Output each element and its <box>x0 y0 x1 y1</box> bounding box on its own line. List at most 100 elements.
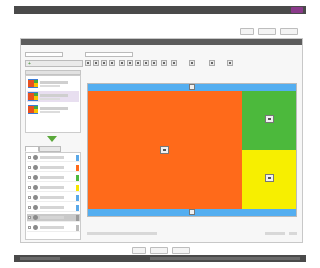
app-window: + <box>0 0 319 268</box>
layout-canvas[interactable] <box>87 83 297 217</box>
layout-select[interactable] <box>25 52 63 57</box>
layout-list <box>25 75 81 133</box>
header-save-button[interactable] <box>240 28 254 35</box>
snap-icon[interactable] <box>161 60 167 66</box>
add-layout-button[interactable]: + <box>25 60 83 67</box>
pos-y-field[interactable] <box>189 60 195 66</box>
user-info <box>198 8 288 12</box>
add-to-layout-arrow-icon[interactable] <box>47 136 57 142</box>
zoom-in-icon[interactable] <box>85 60 91 66</box>
layout-item[interactable] <box>27 78 79 89</box>
zoom-fit-icon[interactable] <box>101 60 107 66</box>
zone-checkbox[interactable] <box>28 226 31 229</box>
zone-list <box>25 152 81 240</box>
height-field[interactable] <box>227 60 233 66</box>
resize-handle-top-icon[interactable] <box>189 84 195 90</box>
zone-color-swatch <box>76 165 79 171</box>
zone-type-icon <box>33 165 38 170</box>
zone-list-item[interactable] <box>27 214 80 222</box>
panel-title-bar <box>21 39 302 45</box>
pos-x-field[interactable] <box>171 60 177 66</box>
zone-name <box>40 216 64 219</box>
zone-list-item[interactable] <box>27 184 80 192</box>
side-top-zone[interactable] <box>242 91 296 150</box>
footer-close-button[interactable] <box>172 247 190 254</box>
align-center-icon[interactable] <box>135 60 141 66</box>
zone-list-item[interactable] <box>27 164 80 172</box>
header-close-button[interactable] <box>280 28 298 35</box>
zone-checkbox[interactable] <box>28 216 31 219</box>
zone-type-icon <box>33 185 38 190</box>
zone-type-icon <box>33 175 38 180</box>
zoom-readout <box>265 232 285 235</box>
layout-thumbnail <box>28 79 38 88</box>
zone-type-icon <box>33 155 38 160</box>
zone-name <box>40 176 64 179</box>
zoom-out-icon[interactable] <box>93 60 99 66</box>
copyright-text <box>150 257 300 260</box>
zone-list-item[interactable] <box>27 174 80 182</box>
layout-item-selected[interactable] <box>27 91 79 102</box>
version-text <box>20 257 60 260</box>
fields-row <box>25 48 295 58</box>
zone-name <box>40 196 64 199</box>
zone-color-swatch <box>76 195 79 201</box>
grid-icon[interactable] <box>109 60 115 66</box>
zone-list-item[interactable] <box>27 224 80 232</box>
distribute-icon[interactable] <box>151 60 157 66</box>
breadcrumb[interactable] <box>20 17 80 21</box>
zone-type-icon <box>33 195 38 200</box>
panel-title <box>25 40 115 44</box>
zone-list-item[interactable] <box>27 204 80 212</box>
zone-color-swatch <box>76 185 79 191</box>
canvas-more-link[interactable] <box>289 232 297 235</box>
zone-color-swatch <box>76 205 79 211</box>
zone-checkbox[interactable] <box>28 176 31 179</box>
zone-name <box>40 156 64 159</box>
zone-checkbox[interactable] <box>28 196 31 199</box>
side-bottom-zone[interactable] <box>242 150 296 209</box>
layout-editor-panel: + <box>20 38 303 243</box>
zone-media-icon <box>265 174 274 182</box>
add-zone-icon[interactable] <box>119 60 125 66</box>
canvas-toolbar <box>85 60 295 67</box>
zone-name <box>40 226 64 229</box>
zone-list-item[interactable] <box>27 194 80 202</box>
zone-color-swatch <box>76 215 79 221</box>
width-field[interactable] <box>209 60 215 66</box>
layout-thumbnail <box>28 105 38 114</box>
zone-checkbox[interactable] <box>28 156 31 159</box>
zone-type-icon <box>33 205 38 210</box>
resolution-select[interactable] <box>85 52 133 57</box>
zone-type-icon <box>33 225 38 230</box>
main-zone[interactable] <box>88 91 242 209</box>
plus-icon: + <box>28 61 31 67</box>
canvas-footer <box>87 231 297 237</box>
align-right-icon[interactable] <box>143 60 149 66</box>
bottom-bar <box>14 255 306 262</box>
footer-save-as-button[interactable] <box>150 247 168 254</box>
zone-media-icon <box>160 146 169 154</box>
zone-list-item[interactable] <box>27 154 80 162</box>
zone-type-icon <box>33 215 38 220</box>
header-save-as-button[interactable] <box>258 28 276 35</box>
resize-handle-bottom-icon[interactable] <box>189 209 195 215</box>
zone-checkbox[interactable] <box>28 186 31 189</box>
align-left-icon[interactable] <box>127 60 133 66</box>
zone-media-icon <box>265 115 274 123</box>
logout-button[interactable] <box>291 7 303 13</box>
zone-name <box>40 166 64 169</box>
layout-thumbnail <box>28 92 38 101</box>
field-label-2 <box>85 48 109 51</box>
layouts-sidebar <box>25 70 81 240</box>
zone-color-swatch <box>76 175 79 181</box>
zone-checkbox[interactable] <box>28 166 31 169</box>
zone-checkbox[interactable] <box>28 206 31 209</box>
canvas-info-text <box>87 232 157 235</box>
field-label-1 <box>25 48 45 51</box>
zone-name <box>40 206 64 209</box>
top-bar <box>14 6 306 14</box>
layout-item[interactable] <box>27 104 79 115</box>
zone-name <box>40 186 64 189</box>
footer-save-button[interactable] <box>132 247 146 254</box>
